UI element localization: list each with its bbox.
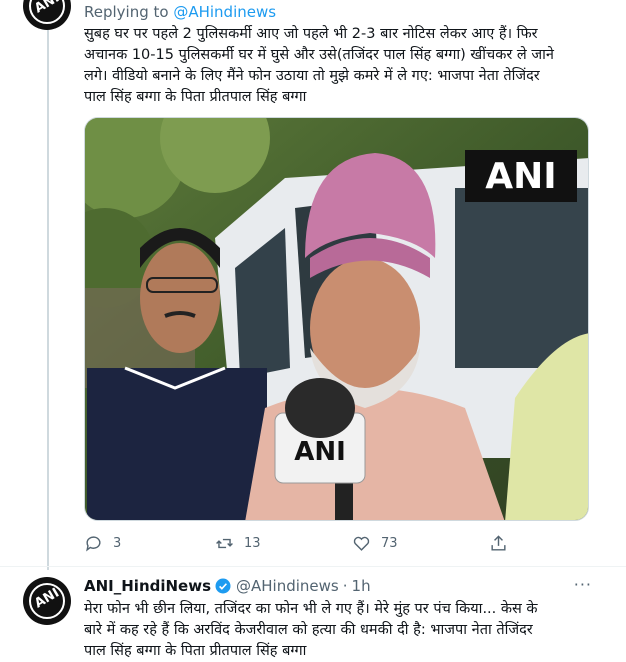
tweet-header: ANI_HindiNews @AHindinews · 1h [84,577,371,595]
tweet-replied[interactable]: ANI Replying to @AHindinews सुबह घर पर प… [0,0,626,570]
tweet-text: सुबह घर पर पहले 2 पुलिसकर्मी आए जो पहले … [84,26,554,105]
share-button[interactable] [489,532,518,554]
tweet-video[interactable]: ANI ANI [84,117,589,521]
more-icon[interactable]: ··· [574,575,592,594]
author-avatar[interactable]: ANI [23,0,71,30]
replying-to: Replying to @AHindinews [84,3,277,21]
thread-line [47,30,49,570]
verified-badge-icon [215,578,231,594]
ani-watermark: ANI [485,156,556,197]
replying-handle-link[interactable]: @AHindinews [173,3,276,21]
tweet-main[interactable]: ANI ANI_HindiNews @AHindinews · 1h ··· म… [0,567,626,659]
like-button[interactable]: 73 [352,532,398,554]
share-icon [491,534,506,551]
retweet-icon [216,538,233,548]
author-name[interactable]: ANI_HindiNews [84,577,211,595]
author-avatar[interactable]: ANI [23,577,71,625]
like-icon [353,536,370,551]
tweet-text: मेरा फोन भी छीन लिया, तजिंदर का फोन भी ल… [84,601,538,659]
tweet-time[interactable]: 1h [352,577,371,595]
tweet-actions: 3 13 73 [84,532,534,556]
reply-icon [86,535,101,552]
reply-button[interactable]: 3 [84,532,121,554]
mic-ani-label: ANI [294,437,346,467]
author-handle[interactable]: @AHindinews [236,577,339,595]
video-frame-image: ANI ANI [85,118,588,520]
retweet-button[interactable]: 13 [215,532,261,554]
